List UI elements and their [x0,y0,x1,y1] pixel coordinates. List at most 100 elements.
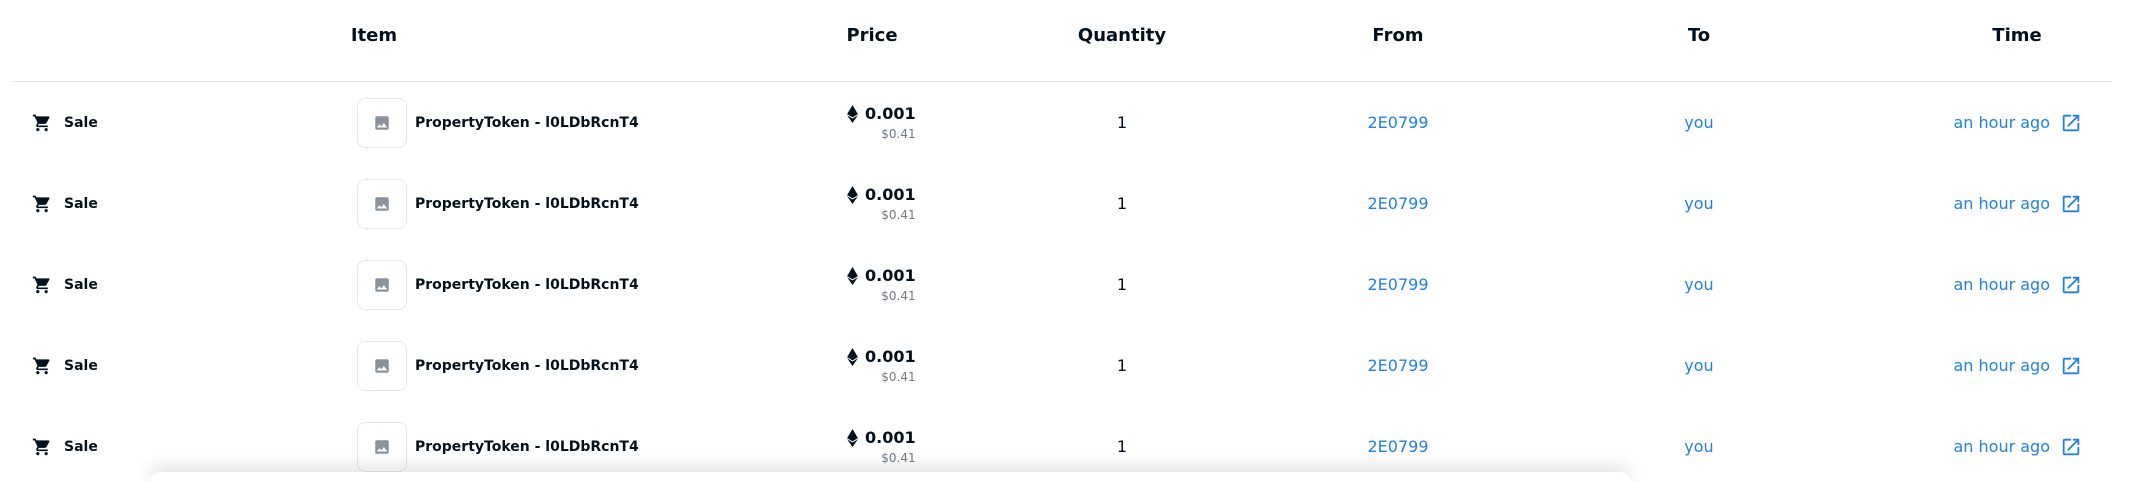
header-quantity: Quantity [1077,25,1167,46]
time-link[interactable]: an hour ago [1953,163,2082,244]
event-cell: Sale [32,244,98,325]
table-row[interactable]: Sale PropertyToken - l0LDbRcnT4 0.001 $0… [12,163,2112,244]
external-link-icon[interactable] [2060,355,2082,377]
to-address-link[interactable]: you [1684,325,1713,406]
table-row[interactable]: Sale PropertyToken - l0LDbRcnT4 0.001 $0… [12,325,2112,406]
from-address-link[interactable]: 2E0799 [1367,163,1428,244]
eth-icon [847,185,858,204]
table-row[interactable]: Sale PropertyToken - l0LDbRcnT4 0.001 $0… [12,406,2112,481]
external-link-icon[interactable] [2060,193,2082,215]
price-eth: 0.001 [847,266,916,285]
from-address-link[interactable]: 2E0799 [1367,406,1428,481]
to-address-link[interactable]: you [1684,163,1713,244]
item-thumbnail[interactable] [357,421,407,472]
item-thumbnail[interactable] [357,97,407,148]
time-link[interactable]: an hour ago [1953,325,2082,406]
table-row[interactable]: Sale PropertyToken - l0LDbRcnT4 0.001 $0… [12,244,2112,325]
item-name-link[interactable]: PropertyToken - l0LDbRcnT4 [415,277,639,293]
activity-table: Item Price Quantity From To Time Sale Pr… [12,0,2112,481]
item-cell[interactable]: PropertyToken - l0LDbRcnT4 [357,163,639,244]
price-usd: $0.41 [881,127,916,141]
event-label: Sale [64,276,98,293]
price-value: 0.001 [865,185,916,204]
price-usd: $0.41 [881,208,916,222]
item-name-link[interactable]: PropertyToken - l0LDbRcnT4 [415,115,639,131]
time-label[interactable]: an hour ago [1953,113,2050,132]
external-link-icon[interactable] [2060,274,2082,296]
event-cell: Sale [32,82,98,163]
time-link[interactable]: an hour ago [1953,82,2082,163]
item-cell[interactable]: PropertyToken - l0LDbRcnT4 [357,82,639,163]
price-value: 0.001 [865,347,916,366]
header-time: Time [1992,25,2042,46]
time-label[interactable]: an hour ago [1953,275,2050,294]
cart-icon [32,275,52,295]
price-value: 0.001 [865,266,916,285]
quantity-value: 1 [1116,275,1128,294]
time-label[interactable]: an hour ago [1953,356,2050,375]
item-name-link[interactable]: PropertyToken - l0LDbRcnT4 [415,439,639,455]
item-name-link[interactable]: PropertyToken - l0LDbRcnT4 [415,358,639,374]
time-label[interactable]: an hour ago [1953,194,2050,213]
header-item: Item [350,25,398,46]
image-placeholder-icon [373,438,391,456]
cart-icon [32,437,52,457]
item-thumbnail[interactable] [357,259,407,310]
item-cell[interactable]: PropertyToken - l0LDbRcnT4 [357,244,639,325]
time-link[interactable]: an hour ago [1953,406,2082,481]
cart-icon [32,113,52,133]
event-cell: Sale [32,325,98,406]
event-label: Sale [64,438,98,455]
from-address-link[interactable]: 2E0799 [1367,325,1428,406]
from-address-link[interactable]: 2E0799 [1367,82,1428,163]
item-cell[interactable]: PropertyToken - l0LDbRcnT4 [357,406,639,481]
event-label: Sale [64,114,98,131]
bottom-panel-edge [150,472,1630,481]
price-eth: 0.001 [847,347,916,366]
event-cell: Sale [32,163,98,244]
quantity-value: 1 [1116,113,1128,132]
quantity-value: 1 [1116,356,1128,375]
item-thumbnail[interactable] [357,178,407,229]
event-cell: Sale [32,406,98,481]
to-address-link[interactable]: you [1684,244,1713,325]
price-cell: 0.001 $0.41 [847,406,916,481]
quantity-value: 1 [1116,194,1128,213]
item-name-link[interactable]: PropertyToken - l0LDbRcnT4 [415,196,639,212]
price-usd: $0.41 [881,370,916,384]
table-body: Sale PropertyToken - l0LDbRcnT4 0.001 $0… [12,82,2112,481]
header-price: Price [846,25,898,46]
eth-icon [847,347,858,366]
price-usd: $0.41 [881,289,916,303]
external-link-icon[interactable] [2060,112,2082,134]
price-value: 0.001 [865,104,916,123]
eth-icon [847,428,858,447]
time-link[interactable]: an hour ago [1953,244,2082,325]
cart-icon [32,194,52,214]
price-cell: 0.001 $0.41 [847,82,916,163]
event-label: Sale [64,195,98,212]
price-cell: 0.001 $0.41 [847,244,916,325]
price-eth: 0.001 [847,104,916,123]
time-label[interactable]: an hour ago [1953,437,2050,456]
image-placeholder-icon [373,195,391,213]
eth-icon [847,104,858,123]
to-address-link[interactable]: you [1684,82,1713,163]
eth-icon [847,266,858,285]
price-cell: 0.001 $0.41 [847,325,916,406]
header-to: To [1687,25,1711,46]
price-cell: 0.001 $0.41 [847,163,916,244]
event-label: Sale [64,357,98,374]
price-usd: $0.41 [881,451,916,465]
table-row[interactable]: Sale PropertyToken - l0LDbRcnT4 0.001 $0… [12,82,2112,163]
external-link-icon[interactable] [2060,436,2082,458]
cart-icon [32,356,52,376]
image-placeholder-icon [373,114,391,132]
item-thumbnail[interactable] [357,340,407,391]
table-header: Item Price Quantity From To Time [12,0,2112,82]
item-cell[interactable]: PropertyToken - l0LDbRcnT4 [357,325,639,406]
from-address-link[interactable]: 2E0799 [1367,244,1428,325]
to-address-link[interactable]: you [1684,406,1713,481]
header-from: From [1372,25,1424,46]
price-eth: 0.001 [847,185,916,204]
